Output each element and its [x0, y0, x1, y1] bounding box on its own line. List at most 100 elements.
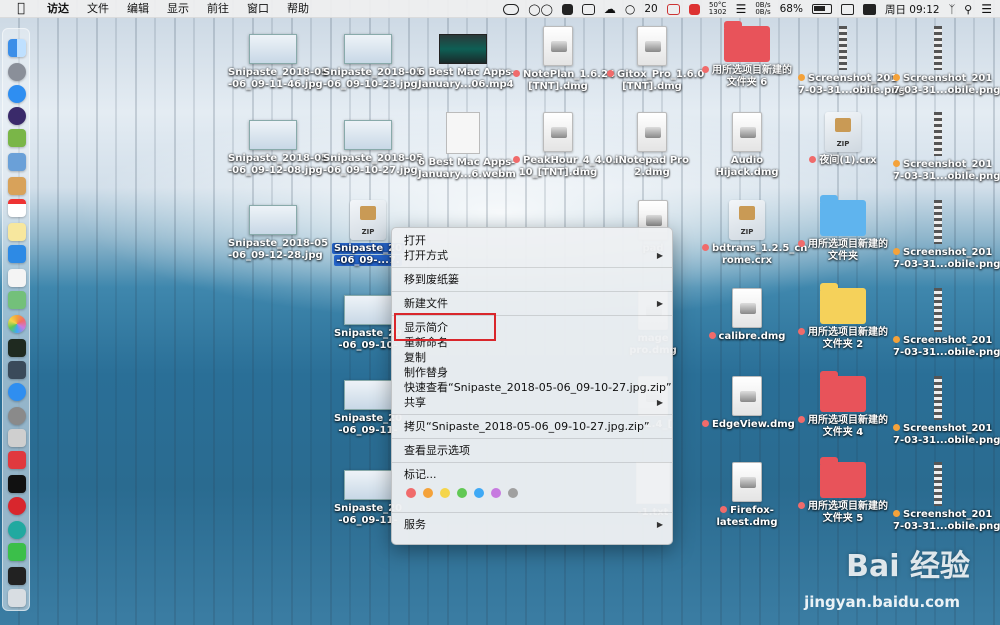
android-icon[interactable] — [8, 129, 26, 147]
menu-item-open[interactable]: 打开 — [392, 233, 672, 248]
wechat-icon[interactable]: ○ — [625, 2, 635, 16]
battery-percent[interactable]: 68% — [780, 3, 803, 15]
desktop-file-icon[interactable]: EdgeView.dmg — [702, 376, 795, 431]
glasses-icon[interactable]: ◯◯ — [528, 3, 553, 16]
eclipse-icon[interactable] — [8, 107, 26, 125]
terminal-icon[interactable] — [8, 475, 26, 493]
tag-color-dot[interactable] — [440, 488, 450, 498]
toggle-icon[interactable] — [503, 3, 520, 15]
vivaldi-icon[interactable] — [8, 451, 26, 469]
bluetooth-icon[interactable]: ᛉ — [949, 3, 956, 16]
desktop-file-icon[interactable]: 用所选项目新建的 文件夹 6 — [702, 21, 792, 89]
desktop-file-icon[interactable]: Screenshot_201 7-03-31...obile.png — [893, 462, 1000, 533]
photos-icon[interactable] — [8, 315, 26, 333]
clock[interactable]: 周日 09:12 — [885, 2, 940, 17]
menu-item-view-options[interactable]: 查看显示选项 — [392, 443, 672, 458]
language-icon[interactable] — [862, 3, 876, 15]
desktop-file-icon[interactable]: 用所选项目新建的 文件夹 2 — [798, 283, 888, 351]
menu-item-share[interactable]: 共享 ▶ — [392, 395, 672, 410]
app-store-icon[interactable] — [8, 383, 26, 401]
desktop-file-icon[interactable]: Gitox_Pro_1.6.0 [TNT].dmg — [607, 26, 704, 93]
sensor-readout[interactable]: 50°C 1302 — [709, 2, 727, 16]
network-speed[interactable]: 0B/s 0B/s — [755, 2, 770, 16]
desktop-file-icon[interactable]: Screenshot_201 7-03-31...obile.png — [893, 288, 1000, 359]
desktop-file-icon[interactable]: Snipaste_2018-05 -06_09-12-28.jpg — [228, 205, 328, 262]
menu-item-tags[interactable]: 标记... — [392, 467, 672, 482]
desktop-file-icon[interactable]: NotePlan_1.6.24 [TNT].dmg — [513, 26, 615, 93]
desktop-file-icon[interactable]: Snipaste_2018-05 -06_09-11-46.jpg — [228, 34, 328, 91]
trash-icon[interactable] — [8, 589, 26, 607]
cloud-icon[interactable]: ☁ — [604, 2, 616, 16]
tag-color-dot[interactable] — [423, 488, 433, 498]
control-list-icon[interactable]: ☰ — [981, 2, 992, 16]
calendar-icon[interactable] — [8, 199, 26, 217]
desktop-file-icon[interactable]: Screenshot_201 7-03-31...obile.png — [893, 200, 1000, 271]
desktop-file-icon[interactable]: 6 Best Mac Apps- January...06.mp4 — [418, 34, 515, 91]
menu-item-move-to-trash[interactable]: 移到废纸篓 — [392, 272, 672, 287]
tag-color-dot[interactable] — [474, 488, 484, 498]
desktop-file-icon[interactable]: 用所选项目新建的 文件夹 5 — [798, 457, 888, 525]
wechat-dock-icon[interactable] — [8, 543, 26, 561]
desktop-file-icon[interactable]: iNotepad Pro 2.dmg — [607, 112, 697, 179]
desktop-file-icon[interactable]: Snipaste_2018-05 -06_09-10-23.jpg — [323, 34, 423, 91]
menu-go[interactable]: 前往 — [198, 0, 238, 18]
menu-app-finder[interactable]: 访达 — [38, 0, 78, 18]
hdd-icon[interactable] — [666, 3, 680, 15]
system-preferences-icon[interactable] — [8, 407, 26, 425]
preview-icon[interactable] — [8, 153, 26, 171]
tag-color-dot[interactable] — [406, 488, 416, 498]
tag-color-dot[interactable] — [457, 488, 467, 498]
desktop-file-icon[interactable]: Audio Hijack.dmg — [702, 112, 792, 179]
desktop-file-icon[interactable]: Screenshot_201 7-03-31...obile.png — [893, 112, 1000, 183]
monitor-icon[interactable] — [581, 3, 595, 15]
contacts-icon[interactable] — [8, 245, 26, 263]
menu-item-make-alias[interactable]: 制作替身 — [392, 365, 672, 380]
desktop-file-icon[interactable]: calibre.dmg — [702, 288, 792, 343]
desktop-file-icon[interactable]: 夜间(1).crx — [798, 112, 888, 167]
desktop-file-icon[interactable]: 用所选项目新建的 文件夹 4 — [798, 371, 888, 439]
menu-item-copy[interactable]: 复制 — [392, 350, 672, 365]
battery-icon[interactable] — [811, 4, 832, 14]
menu-edit[interactable]: 编辑 — [118, 0, 158, 18]
menu-item-new-folder[interactable]: 新建文件 ▶ — [392, 296, 672, 311]
desktop-file-icon[interactable]: Firefox-latest.dmg — [702, 462, 792, 529]
apple-menu-icon[interactable]:  — [14, 1, 28, 16]
app-grid-icon[interactable] — [688, 3, 700, 15]
tag-color-dot[interactable] — [491, 488, 501, 498]
menu-view[interactable]: 显示 — [158, 0, 198, 18]
script-editor-icon[interactable] — [8, 429, 26, 447]
search-icon[interactable]: ⚲ — [964, 3, 972, 16]
app-alt-icon[interactable] — [8, 361, 26, 379]
reminders-icon[interactable] — [8, 269, 26, 287]
netease-music-icon[interactable] — [8, 497, 26, 515]
sync-icon[interactable] — [8, 521, 26, 539]
desktop-file-icon[interactable]: Screenshot_201 7-03-31...obile.png — [798, 26, 905, 97]
desktop-file-icon[interactable]: 用所选项目新建的 文件夹 — [798, 195, 888, 263]
finder-icon[interactable] — [8, 39, 26, 57]
wifi-icon[interactable]: ☰ — [736, 2, 747, 16]
notepad-icon[interactable] — [8, 223, 26, 241]
menu-file[interactable]: 文件 — [78, 0, 118, 18]
desktop-file-icon[interactable]: Screenshot_201 7-03-31...obile.png — [893, 26, 1000, 97]
desktop-file-icon[interactable]: PeakHour_4_4.0. 10_[TNT].dmg — [513, 112, 616, 179]
menu-item-copy-item[interactable]: 拷贝“Snipaste_2018-05-06_09-10-27.jpg.zip” — [392, 419, 672, 434]
menu-help[interactable]: 帮助 — [278, 0, 318, 18]
menu-window[interactable]: 窗口 — [238, 0, 278, 18]
notes-icon[interactable] — [8, 177, 26, 195]
menu-item-open-with[interactable]: 打开方式 ▶ — [392, 248, 672, 263]
desktop-file-icon[interactable]: Snipaste_2018-05 -06_09-12-08.jpg — [228, 120, 328, 177]
safari-icon[interactable] — [8, 85, 26, 103]
maps-icon[interactable] — [8, 291, 26, 309]
menu-item-quick-look[interactable]: 快速查看“Snipaste_2018-05-06_09-10-27.jpg.zi… — [392, 380, 672, 395]
menu-item-services[interactable]: 服务 ▶ — [392, 517, 672, 532]
desktop-file-icon[interactable]: Snipaste_2018-05 -06_09-10-27.jpg — [323, 120, 423, 177]
desktop-file-icon[interactable]: bdtrans_1.2.5_chrome.crx — [702, 200, 807, 267]
input-source-icon[interactable] — [840, 3, 854, 15]
desktop-file-icon[interactable]: 6 Best Mac Apps- January...6.webm — [418, 112, 516, 181]
desktop-file-icon[interactable]: Screenshot_201 7-03-31...obile.png — [893, 376, 1000, 447]
launchpad-icon[interactable] — [8, 63, 26, 81]
notification-count[interactable]: 20 — [644, 3, 657, 15]
bookmark-icon[interactable] — [561, 3, 573, 15]
tag-color-dot[interactable] — [508, 488, 518, 498]
screen-icon[interactable] — [8, 567, 26, 585]
